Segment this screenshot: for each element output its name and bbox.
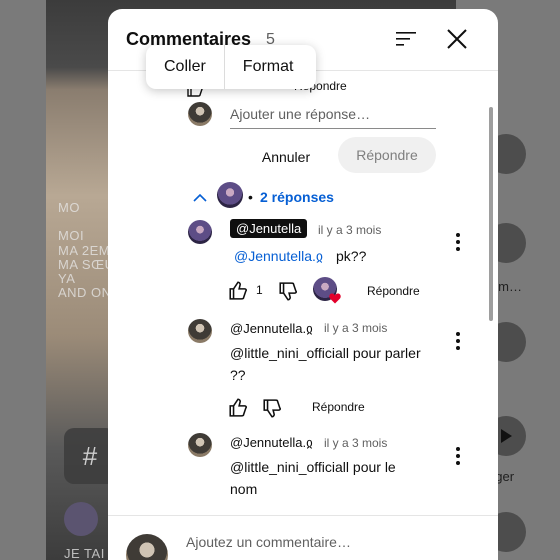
video-caption: JE TAI bbox=[64, 546, 105, 560]
creator-name-chip[interactable]: @Jenutella bbox=[230, 219, 308, 238]
comments-panel: Commentaires 5 Répondre Ajouter une répo… bbox=[108, 9, 498, 560]
thumbs-down-icon[interactable] bbox=[278, 282, 298, 302]
comment-composer: Ajoutez un commentaire… bbox=[108, 515, 498, 560]
overlay-text-line: AND ON bbox=[58, 285, 112, 300]
scrollbar[interactable] bbox=[489, 107, 493, 321]
format-menu-item[interactable]: Format bbox=[225, 45, 312, 89]
add-comment-input[interactable]: Ajoutez un commentaire… bbox=[186, 534, 351, 550]
overlay-text-line: MOI bbox=[58, 228, 85, 243]
author-avatar[interactable] bbox=[188, 433, 212, 457]
thumbs-up-icon[interactable] bbox=[228, 397, 248, 417]
submit-reply-button[interactable]: Répondre bbox=[338, 137, 436, 173]
comment-text-continued: nom bbox=[230, 481, 258, 497]
kebab-menu-icon[interactable] bbox=[456, 332, 460, 353]
comment-text: @little_nini_officiall pour parler bbox=[230, 345, 421, 361]
overlay-text-line: YA bbox=[58, 271, 76, 286]
reply-button[interactable]: Répondre bbox=[367, 284, 420, 298]
creator-avatar bbox=[217, 182, 243, 208]
overlay-text-line: MO bbox=[58, 200, 80, 215]
replies-bullet: • bbox=[248, 189, 253, 205]
paste-menu-item[interactable]: Coller bbox=[146, 45, 224, 89]
author-name[interactable]: @Jennutella.ჲ bbox=[230, 435, 313, 451]
user-avatar bbox=[188, 102, 212, 126]
overlay-text-line: MA 2EM bbox=[58, 243, 111, 258]
chevron-up-icon[interactable] bbox=[193, 193, 207, 202]
share-icon bbox=[501, 429, 512, 443]
comment-time: il y a 3 mois bbox=[324, 321, 388, 335]
comment-text-continued: ?? bbox=[230, 367, 246, 383]
comment-text: pk?? bbox=[336, 248, 367, 264]
comment-time: il y a 3 mois bbox=[318, 223, 382, 237]
like-count: 1 bbox=[256, 283, 263, 297]
author-name[interactable]: @Jennutella.ჲ bbox=[230, 321, 313, 337]
channel-avatar[interactable] bbox=[64, 502, 98, 536]
replies-toggle[interactable]: 2 réponses bbox=[260, 189, 334, 205]
hash-icon: # bbox=[82, 440, 98, 471]
reply-input[interactable]: Ajouter une réponse… bbox=[230, 103, 436, 129]
author-avatar[interactable] bbox=[188, 319, 212, 343]
filter-icon[interactable] bbox=[396, 31, 416, 47]
thumbs-down-icon[interactable] bbox=[262, 399, 282, 419]
comment-text: @little_nini_officiall pour le bbox=[230, 459, 396, 475]
thumbs-up-icon[interactable] bbox=[228, 280, 248, 300]
comment-time: il y a 3 mois bbox=[324, 436, 388, 450]
author-avatar[interactable] bbox=[188, 220, 212, 244]
user-avatar bbox=[126, 534, 168, 560]
mention-link[interactable]: @Jennutella.ჲ bbox=[234, 248, 323, 265]
cancel-button[interactable]: Annuler bbox=[246, 140, 326, 174]
close-icon[interactable] bbox=[446, 28, 468, 50]
kebab-menu-icon[interactable] bbox=[456, 233, 460, 254]
heart-icon bbox=[329, 293, 341, 304]
reply-button[interactable]: Répondre bbox=[312, 400, 365, 414]
kebab-menu-icon[interactable] bbox=[456, 447, 460, 468]
text-context-menu: Coller Format bbox=[146, 45, 316, 89]
